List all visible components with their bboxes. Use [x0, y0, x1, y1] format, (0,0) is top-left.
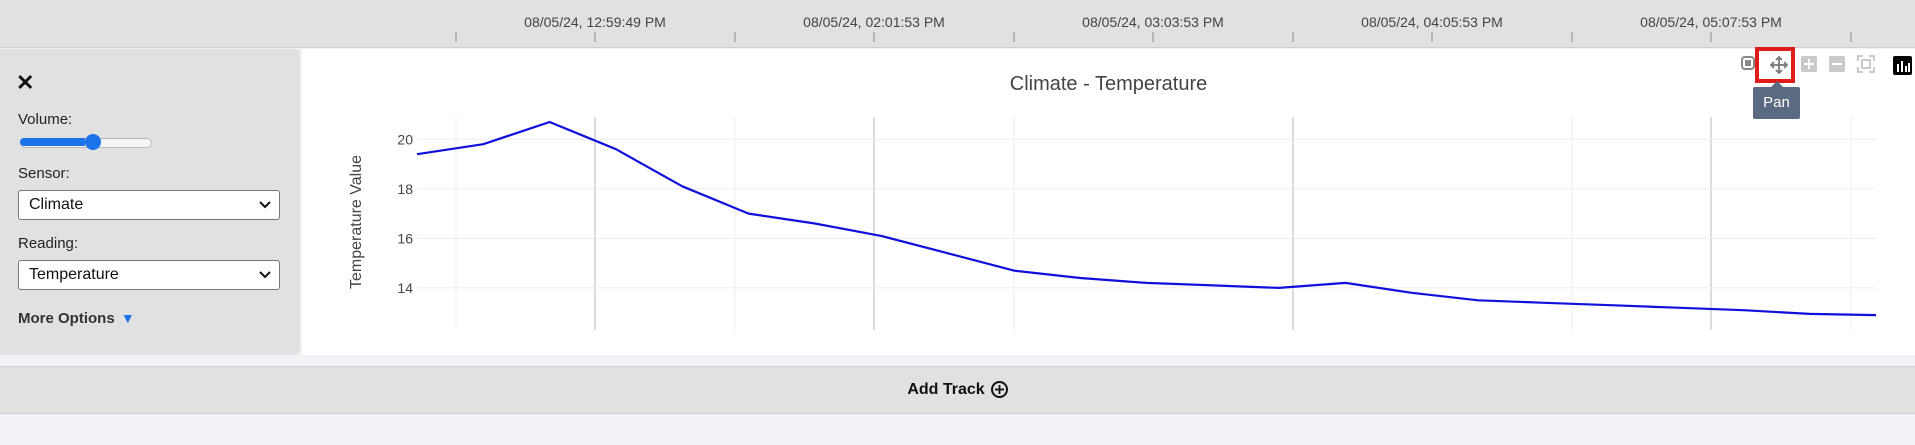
volume-slider[interactable]: [20, 134, 152, 150]
reading-label: Reading:: [18, 235, 79, 252]
timeline-ruler[interactable]: 08/05/24, 12:59:49 PM 08/05/24, 02:01:53…: [0, 0, 1915, 48]
timeline-ticks: [455, 32, 1852, 42]
add-track-label: Add Track: [907, 381, 985, 398]
volume-label: Volume:: [18, 111, 73, 128]
triangle-down-icon: ▼: [120, 310, 135, 326]
add-track-button[interactable]: Add Track: [0, 366, 1915, 414]
more-options-toggle[interactable]: More Options ▼: [18, 310, 135, 327]
timeline-label: 08/05/24, 12:59:49 PM: [524, 14, 666, 30]
chevron-down-icon: [259, 261, 271, 298]
timeline-label: 08/05/24, 03:03:53 PM: [1082, 14, 1224, 30]
sensor-label: Sensor:: [18, 165, 70, 182]
more-options-label: More Options: [18, 310, 115, 327]
chevron-down-icon: [259, 191, 271, 228]
pan-tooltip: Pan: [1753, 81, 1800, 119]
pan-button-highlight: [1755, 47, 1795, 83]
timeline-label: 08/05/24, 04:05:53 PM: [1361, 14, 1503, 30]
reading-select[interactable]: Temperature: [18, 260, 280, 290]
timeline-label: 08/05/24, 05:07:53 PM: [1640, 14, 1782, 30]
reading-select-value: Temperature: [29, 266, 119, 283]
chart-title: Climate - Temperature: [1009, 73, 1208, 95]
y-axis-label: Temperature Value: [348, 155, 365, 289]
plus-circle-icon: [990, 381, 1008, 399]
sensor-select-value: Climate: [29, 196, 84, 213]
volume-slider-thumb[interactable]: [85, 134, 101, 150]
sensor-select[interactable]: Climate: [18, 190, 280, 220]
zoom-in-icon[interactable]: [1798, 56, 1820, 78]
autoscale-icon[interactable]: [1855, 55, 1877, 77]
chart-card: Climate - Temperature: [302, 49, 1915, 355]
plotly-logo-icon[interactable]: [1893, 56, 1912, 75]
zoom-out-icon[interactable]: [1826, 56, 1848, 78]
close-track-button[interactable]: ✕: [16, 70, 34, 96]
timeline-label: 08/05/24, 02:01:53 PM: [803, 14, 945, 30]
volume-slider-fill: [20, 138, 85, 146]
